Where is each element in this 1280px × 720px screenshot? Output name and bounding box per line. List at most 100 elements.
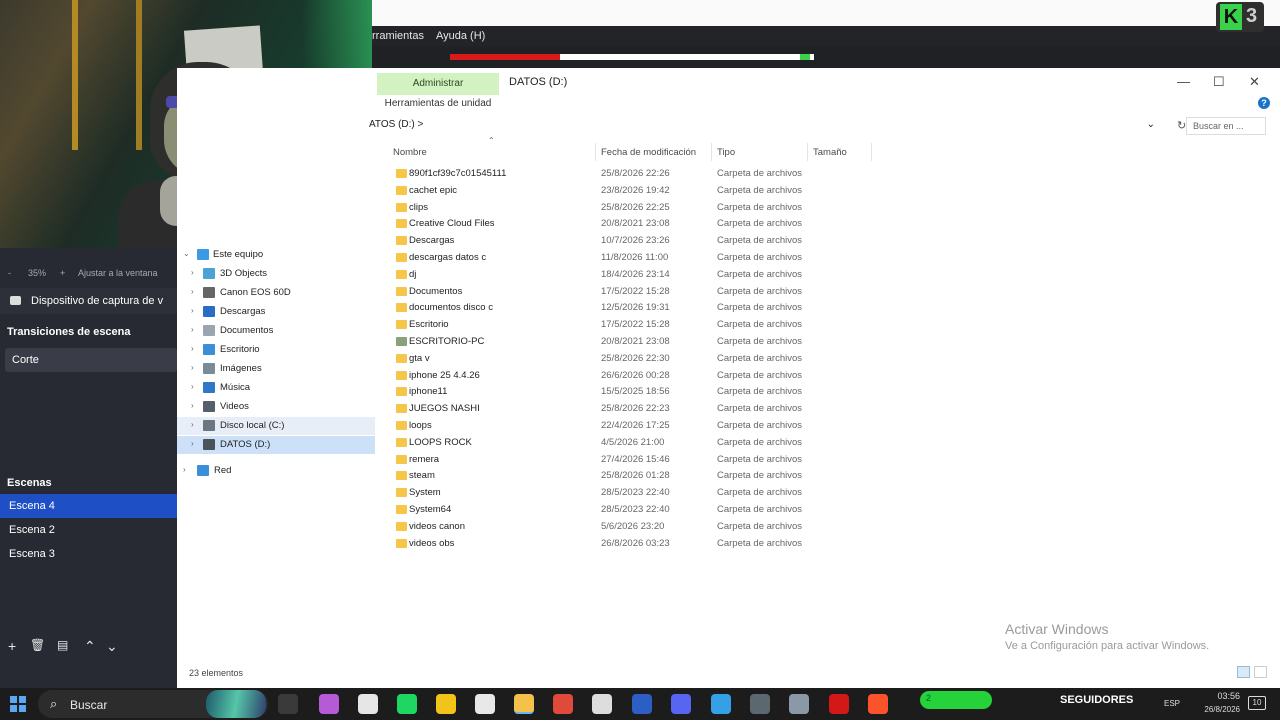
file-row[interactable]: ESCRITORIO-PC 20/8/2021 23:08 Carpeta de a… — [393, 334, 893, 351]
file-row[interactable]: System 28/5/2023 22:40 Carpeta de archivos — [393, 485, 893, 502]
file-row[interactable]: loops 22/4/2026 17:25 Carpeta de archivos — [393, 418, 893, 435]
file-explorer-icon[interactable] — [514, 694, 534, 714]
file-row[interactable]: documentos disco c 12/5/2026 19:31 Carpeta… — [393, 300, 893, 317]
file-row[interactable]: cachet epic 23/8/2026 19:42 Carpeta de arc… — [393, 183, 893, 200]
expand-chevron-icon[interactable]: › — [191, 306, 194, 315]
scene-item[interactable]: Escena 2 — [0, 518, 177, 542]
file-row[interactable]: Documentos 17/5/2022 15:28 Carpeta de arch… — [393, 284, 893, 301]
media-player-icon[interactable] — [553, 694, 573, 714]
file-row[interactable]: LOOPS ROCK 4/5/2026 21:00 Carpeta de archi… — [393, 435, 893, 452]
remove-scene-button[interactable]: 🗑 — [30, 638, 45, 652]
expand-chevron-icon[interactable]: › — [191, 268, 194, 277]
discord-icon[interactable] — [671, 694, 691, 714]
add-scene-button[interactable]: + — [8, 638, 16, 654]
scene-filter-button[interactable]: ▤ — [57, 638, 68, 652]
file-row[interactable]: clips 25/8/2026 22:25 Carpeta de archivos — [393, 200, 893, 217]
column-size[interactable]: Tamaño — [813, 147, 847, 158]
help-icon[interactable]: ? — [1258, 97, 1270, 109]
menu-ayuda[interactable]: Ayuda (H) — [436, 30, 485, 42]
red-app-icon[interactable] — [829, 694, 849, 714]
nav-item[interactable]: › DATOS (D:) — [177, 436, 375, 454]
zoom-minus-button[interactable]: - — [8, 268, 11, 278]
expand-chevron-icon[interactable]: ⌄ — [183, 249, 190, 258]
file-row[interactable]: remera 27/4/2026 15:46 Carpeta de archivos — [393, 452, 893, 469]
file-row[interactable]: dj 18/4/2026 23:14 Carpeta de archivos — [393, 267, 893, 284]
file-row[interactable]: System64 28/5/2023 22:40 Carpeta de archiv… — [393, 502, 893, 519]
address-dropdown-icon[interactable]: ⌄ — [1147, 119, 1155, 130]
language-indicator[interactable]: ESP — [1164, 699, 1180, 708]
scene-item[interactable]: Escena 4 — [0, 494, 177, 518]
move-up-button[interactable]: ⌃ — [84, 638, 96, 655]
file-row[interactable]: JUEGOS NASHI 25/8/2026 22:23 Carpeta de ar… — [393, 401, 893, 418]
calculator-icon[interactable] — [750, 694, 770, 714]
expand-chevron-icon[interactable]: › — [191, 382, 194, 391]
shield-icon[interactable] — [475, 694, 495, 714]
windows-start-icon[interactable] — [10, 696, 26, 712]
file-row[interactable]: steam 25/8/2026 01:28 Carpeta de archivos — [393, 468, 893, 485]
minimize-button[interactable]: — — [1177, 74, 1190, 89]
obs-icon[interactable] — [358, 694, 378, 714]
ribbon-drive-tools[interactable]: Herramientas de unidad — [377, 95, 499, 113]
nav-item[interactable]: › Imágenes — [177, 360, 375, 378]
word-icon[interactable] — [632, 694, 652, 714]
clock-time[interactable]: 03:56 — [1200, 691, 1240, 701]
file-row[interactable]: iphone 25 4.4.26 26/6/2026 00:28 Carpeta d… — [393, 368, 893, 385]
expand-chevron-icon[interactable]: › — [191, 420, 194, 429]
game-icon[interactable] — [789, 694, 809, 714]
file-row[interactable]: iphone11 15/5/2025 18:56 Carpeta de archiv… — [393, 384, 893, 401]
expand-chevron-icon[interactable]: › — [191, 287, 194, 296]
expand-chevron-icon[interactable]: › — [191, 439, 194, 448]
copilot-icon[interactable] — [319, 694, 339, 714]
details-view-icon[interactable] — [1237, 666, 1250, 678]
column-type[interactable]: Tipo — [717, 147, 735, 158]
file-row[interactable]: gta v 25/8/2026 22:30 Carpeta de archivos — [393, 351, 893, 368]
expand-chevron-icon[interactable]: › — [191, 325, 194, 334]
refresh-icon[interactable]: ↻ — [1177, 119, 1186, 132]
nav-item[interactable]: › Música — [177, 379, 375, 397]
ribbon-tab-administrar[interactable]: Administrar — [377, 73, 499, 95]
maximize-button[interactable]: ☐ — [1213, 74, 1225, 90]
source-item[interactable]: Dispositivo de captura de v — [0, 288, 177, 314]
file-row[interactable]: Descargas 10/7/2026 23:26 Carpeta de archi… — [393, 233, 893, 250]
m-app-icon[interactable] — [592, 694, 612, 714]
close-button[interactable]: ✕ — [1249, 74, 1260, 90]
zoom-plus-button[interactable]: + — [60, 268, 65, 278]
tiles-view-icon[interactable] — [1254, 666, 1267, 678]
notification-icon[interactable]: 10 — [1248, 696, 1266, 710]
coin-icon[interactable] — [436, 694, 456, 714]
spotify-icon[interactable] — [397, 694, 417, 714]
nav-item[interactable]: › Escritorio — [177, 341, 375, 359]
column-date[interactable]: Fecha de modificación — [601, 147, 696, 158]
address-bar[interactable]: ATOS (D:) > ⌄ — [369, 119, 1169, 135]
fit-window-button[interactable]: Ajustar a la ventana — [78, 268, 158, 278]
expand-chevron-icon[interactable]: › — [183, 465, 186, 474]
cloud-icon[interactable] — [711, 694, 731, 714]
expand-chevron-icon[interactable]: › — [191, 401, 194, 410]
nav-item[interactable]: › Red — [177, 462, 375, 480]
file-row[interactable]: videos canon 5/6/2026 23:20 Carpeta de arc… — [393, 519, 893, 536]
nav-item[interactable]: › Videos — [177, 398, 375, 416]
clock-date[interactable]: 26/8/2026 — [1190, 705, 1240, 714]
nav-item[interactable]: › Disco local (C:) — [177, 417, 375, 435]
task-view-icon[interactable] — [278, 694, 298, 714]
nav-item[interactable]: › 3D Objects — [177, 265, 375, 283]
file-row[interactable]: descargas datos c 11/8/2026 11:00 Carpeta … — [393, 250, 893, 267]
menu-herramientas[interactable]: rramientas — [372, 30, 424, 42]
column-name[interactable]: Nombre — [393, 147, 427, 158]
nav-item[interactable]: › Descargas — [177, 303, 375, 321]
brave-icon[interactable] — [868, 694, 888, 714]
scene-item[interactable]: Escena 3 — [0, 542, 177, 566]
expand-chevron-icon[interactable]: › — [191, 363, 194, 372]
nav-item[interactable]: ⌄ Este equipo — [177, 246, 375, 264]
file-row[interactable]: 890f1cf39c7c01545111 25/8/2026 22:26 Carpe… — [393, 166, 893, 183]
search-input[interactable]: Buscar en ... — [1186, 117, 1266, 135]
file-row[interactable]: Creative Cloud Files 20/8/2021 23:08 Carpe… — [393, 216, 893, 233]
expand-chevron-icon[interactable]: › — [191, 344, 194, 353]
nav-item[interactable]: › Canon EOS 60D — [177, 284, 375, 302]
file-row[interactable]: Escritorio 17/5/2022 15:28 Carpeta de arch… — [393, 317, 893, 334]
file-row[interactable]: videos obs 26/8/2026 03:23 Carpeta de arch… — [393, 536, 893, 553]
taskbar-search[interactable]: ⌕ Buscar — [38, 690, 268, 718]
transition-select[interactable]: Corte — [5, 348, 177, 372]
move-down-button[interactable]: ⌄ — [106, 638, 118, 655]
nav-item[interactable]: › Documentos — [177, 322, 375, 340]
